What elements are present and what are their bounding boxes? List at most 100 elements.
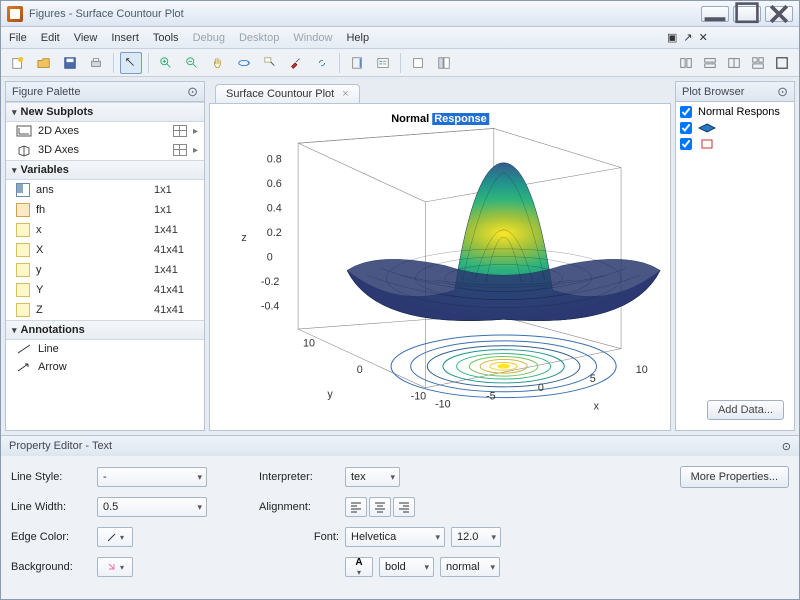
menu-window[interactable]: Window	[293, 32, 332, 44]
body: Figure Palette ⊙ New Subplots 2D Axes ▸ …	[1, 77, 799, 435]
pb-item-contour[interactable]	[680, 138, 790, 150]
gear-icon[interactable]: ⊙	[187, 84, 198, 100]
axes-3d-item[interactable]: 3D Axes ▸	[6, 140, 204, 160]
layout-4-button[interactable]	[747, 52, 769, 74]
var-icon	[16, 243, 30, 257]
window-title: Figures - Surface Countour Plot	[29, 8, 701, 20]
svg-text:0: 0	[267, 252, 273, 264]
pb-checkbox[interactable]	[680, 122, 692, 134]
variable-row[interactable]: Y41x41	[6, 280, 204, 300]
label-font: Font:	[259, 531, 339, 543]
align-right-button[interactable]	[393, 497, 415, 517]
panel-close-icon[interactable]: ✕	[699, 31, 708, 44]
minimize-button[interactable]	[701, 6, 729, 22]
colorbar-button[interactable]	[346, 52, 368, 74]
svg-text:0.4: 0.4	[267, 203, 282, 215]
font-weight-select[interactable]: bold	[379, 557, 434, 577]
undock-icon[interactable]: ↗	[683, 31, 692, 44]
section-variables[interactable]: Variables	[6, 160, 204, 180]
var-size: 1x41	[154, 224, 198, 236]
print-button[interactable]	[85, 52, 107, 74]
hide-plot-tools-button[interactable]	[407, 52, 429, 74]
line-style-select[interactable]: -	[97, 467, 207, 487]
show-plot-tools-button[interactable]	[433, 52, 455, 74]
layout-1-button[interactable]	[675, 52, 697, 74]
pb-checkbox[interactable]	[680, 138, 692, 150]
section-new-subplots[interactable]: New Subplots	[6, 102, 204, 122]
font-angle-select[interactable]: normal	[440, 557, 500, 577]
svg-text:-5: -5	[486, 391, 496, 403]
background-color-button[interactable]	[97, 557, 133, 577]
menu-view[interactable]: View	[74, 32, 98, 44]
menu-debug[interactable]: Debug	[193, 32, 225, 44]
interpreter-select[interactable]: tex	[345, 467, 400, 487]
new-figure-button[interactable]	[7, 52, 29, 74]
section-annotations[interactable]: Annotations	[6, 320, 204, 340]
link-plot-button[interactable]	[311, 52, 333, 74]
chevron-right-icon: ▸	[193, 126, 198, 137]
svg-text:0.2: 0.2	[267, 227, 282, 239]
edit-plot-button[interactable]	[120, 52, 142, 74]
font-size-select[interactable]: 12.0	[451, 527, 501, 547]
menu-insert[interactable]: Insert	[111, 32, 139, 44]
pb-checkbox[interactable]	[680, 106, 692, 118]
label-line-style: Line Style:	[11, 471, 91, 483]
variable-row[interactable]: X41x41	[6, 240, 204, 260]
menu-help[interactable]: Help	[346, 32, 369, 44]
font-family-select[interactable]: Helvetica	[345, 527, 445, 547]
data-cursor-button[interactable]	[259, 52, 281, 74]
rotate3d-button[interactable]	[233, 52, 255, 74]
zoom-out-button[interactable]	[181, 52, 203, 74]
add-data-button[interactable]: Add Data...	[707, 400, 784, 420]
label-line-width: Line Width:	[11, 501, 91, 513]
figure-palette-scroll[interactable]: New Subplots 2D Axes ▸ 3D Axes ▸ Variabl…	[6, 102, 204, 430]
brush-button[interactable]	[285, 52, 307, 74]
close-button[interactable]	[765, 6, 793, 22]
plot-canvas[interactable]: Normal Response	[209, 103, 671, 431]
line-width-select[interactable]: 0.5	[97, 497, 207, 517]
zoom-in-button[interactable]	[155, 52, 177, 74]
open-button[interactable]	[33, 52, 55, 74]
legend-button[interactable]	[372, 52, 394, 74]
pb-item-normal-response[interactable]: Normal Respons	[680, 106, 790, 118]
menu-desktop[interactable]: Desktop	[239, 32, 279, 44]
tab-surface-contour[interactable]: Surface Countour Plot ×	[215, 84, 360, 103]
var-icon	[16, 223, 30, 237]
pan-button[interactable]	[207, 52, 229, 74]
variable-row[interactable]: ans1x1	[6, 180, 204, 200]
menu-file[interactable]: File	[9, 32, 27, 44]
save-button[interactable]	[59, 52, 81, 74]
menu-tools[interactable]: Tools	[153, 32, 179, 44]
var-icon	[16, 303, 30, 317]
more-properties-button[interactable]: More Properties...	[680, 466, 789, 488]
variable-row[interactable]: y1x41	[6, 260, 204, 280]
surface-legend-icon	[698, 122, 716, 134]
axes2d-icon	[16, 125, 32, 137]
gear-icon[interactable]: ⊙	[777, 84, 788, 100]
dock-menu-icon[interactable]: ▣	[667, 31, 677, 44]
axes-2d-item[interactable]: 2D Axes ▸	[6, 122, 204, 140]
maximize-button[interactable]	[733, 6, 761, 22]
align-center-button[interactable]	[369, 497, 391, 517]
layout-max-button[interactable]	[771, 52, 793, 74]
toolbar	[1, 49, 799, 77]
svg-text:x: x	[594, 400, 600, 412]
annotation-arrow[interactable]: Arrow	[6, 358, 204, 376]
align-left-button[interactable]	[345, 497, 367, 517]
arrow-icon	[16, 361, 32, 373]
gear-icon[interactable]: ⊙	[782, 440, 791, 453]
layout-3-button[interactable]	[723, 52, 745, 74]
tab-close-icon[interactable]: ×	[342, 88, 348, 100]
annotation-line[interactable]: Line	[6, 340, 204, 358]
variable-row[interactable]: x1x41	[6, 220, 204, 240]
layout-2-button[interactable]	[699, 52, 721, 74]
var-name: y	[36, 264, 148, 276]
svg-text:0: 0	[357, 364, 363, 376]
font-color-button[interactable]: A	[345, 557, 373, 577]
property-editor: Property Editor - Text ⊙ Line Style: - I…	[1, 435, 799, 599]
variable-row[interactable]: Z41x41	[6, 300, 204, 320]
pb-item-surface[interactable]	[680, 122, 790, 134]
menu-edit[interactable]: Edit	[41, 32, 60, 44]
variable-row[interactable]: fh1x1	[6, 200, 204, 220]
edge-color-button[interactable]	[97, 527, 133, 547]
